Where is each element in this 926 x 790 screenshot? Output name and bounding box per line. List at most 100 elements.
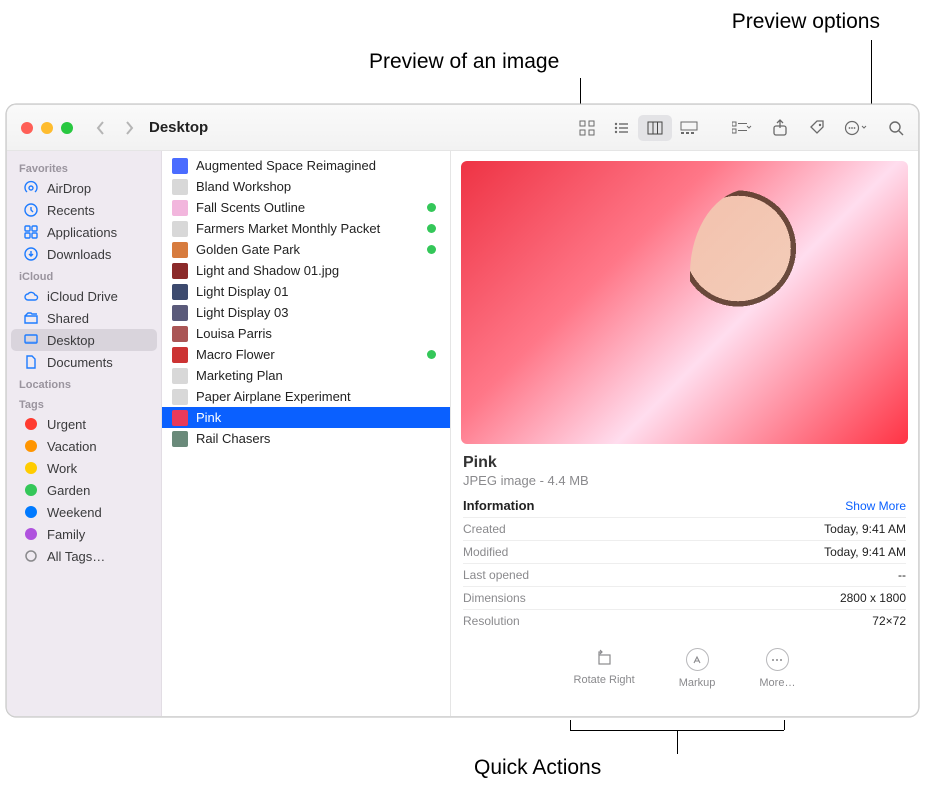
info-key: Created <box>463 522 506 536</box>
recents-icon <box>23 202 39 218</box>
file-name: Marketing Plan <box>196 368 440 383</box>
preview-pane: Pink JPEG image - 4.4 MB Information Sho… <box>451 151 918 716</box>
sidebar-header: Locations <box>7 373 161 393</box>
file-name: Augmented Space Reimagined <box>196 158 440 173</box>
view-gallery-button[interactable] <box>672 115 706 141</box>
callout-quick-actions: Quick Actions <box>474 756 601 780</box>
file-icon <box>172 347 188 363</box>
more-actions-button[interactable]: More… <box>759 648 795 689</box>
file-icon <box>172 179 188 195</box>
info-row: Resolution72×72 <box>463 609 906 632</box>
sidebar-item-label: Family <box>47 527 85 542</box>
file-icon <box>172 368 188 384</box>
info-value: Today, 9:41 AM <box>824 545 906 559</box>
info-row: Last opened-- <box>463 563 906 586</box>
preview-image <box>461 161 908 444</box>
file-name: Rail Chasers <box>196 431 440 446</box>
file-row[interactable]: Paper Airplane Experiment <box>162 386 450 407</box>
sidebar-item-label: Documents <box>47 355 113 370</box>
info-value: 72×72 <box>872 614 906 628</box>
sidebar-item[interactable]: Recents <box>11 199 157 221</box>
file-row[interactable]: Fall Scents Outline <box>162 197 450 218</box>
apps-icon <box>23 224 39 240</box>
tag-dot <box>427 350 436 359</box>
sidebar-item-label: Shared <box>47 311 89 326</box>
sidebar-item[interactable]: Shared <box>11 307 157 329</box>
sidebar-header: Favorites <box>7 157 161 177</box>
file-icon <box>172 410 188 426</box>
file-name: Pink <box>196 410 440 425</box>
file-row[interactable]: Light Display 03 <box>162 302 450 323</box>
file-row[interactable]: Light and Shadow 01.jpg <box>162 260 450 281</box>
sidebar-item[interactable]: Garden <box>11 479 157 501</box>
sidebar-header: iCloud <box>7 265 161 285</box>
file-row[interactable]: Bland Workshop <box>162 176 450 197</box>
file-name: Light Display 03 <box>196 305 440 320</box>
file-row[interactable]: Pink <box>162 407 450 428</box>
sidebar-item[interactable]: Desktop <box>11 329 157 351</box>
close-button[interactable] <box>21 122 33 134</box>
tag-icon <box>23 482 39 498</box>
sidebar-item[interactable]: Vacation <box>11 435 157 457</box>
sidebar-item[interactable]: Weekend <box>11 501 157 523</box>
tag-dot <box>427 203 436 212</box>
sidebar-item[interactable]: Family <box>11 523 157 545</box>
view-list-button[interactable] <box>604 115 638 141</box>
zoom-button[interactable] <box>61 122 73 134</box>
file-row[interactable]: Marketing Plan <box>162 365 450 386</box>
file-column: Augmented Space Reimagined Bland Workshop… <box>162 151 451 716</box>
minimize-button[interactable] <box>41 122 53 134</box>
file-row[interactable]: Farmers Market Monthly Packet <box>162 218 450 239</box>
more-button[interactable] <box>844 116 868 140</box>
file-row[interactable]: Macro Flower <box>162 344 450 365</box>
sidebar-item[interactable]: Urgent <box>11 413 157 435</box>
file-row[interactable]: Rail Chasers <box>162 428 450 449</box>
file-row[interactable]: Augmented Space Reimagined <box>162 155 450 176</box>
sidebar-header: Tags <box>7 393 161 413</box>
file-name: Macro Flower <box>196 347 419 362</box>
sidebar-item[interactable]: Work <box>11 457 157 479</box>
sidebar-item-label: Vacation <box>47 439 97 454</box>
sidebar-item-label: Garden <box>47 483 90 498</box>
file-row[interactable]: Louisa Parris <box>162 323 450 344</box>
search-button[interactable] <box>884 116 908 140</box>
file-name: Fall Scents Outline <box>196 200 419 215</box>
markup-button[interactable]: Markup <box>679 648 716 689</box>
view-column-button[interactable] <box>638 115 672 141</box>
airdrop-icon <box>23 180 39 196</box>
preview-filename: Pink <box>463 454 906 472</box>
show-more-link[interactable]: Show More <box>845 499 906 513</box>
group-button[interactable] <box>730 116 754 140</box>
file-row[interactable]: Light Display 01 <box>162 281 450 302</box>
back-button[interactable] <box>95 121 107 135</box>
sidebar-item[interactable]: Documents <box>11 351 157 373</box>
downloads-icon <box>23 246 39 262</box>
file-icon <box>172 305 188 321</box>
rotate-right-button[interactable]: Rotate Right <box>574 648 635 689</box>
file-icon <box>172 326 188 342</box>
sidebar: FavoritesAirDropRecents Applications Downl… <box>7 151 162 716</box>
sidebar-item-label: All Tags… <box>47 549 105 564</box>
tags-button[interactable] <box>806 116 830 140</box>
share-button[interactable] <box>768 116 792 140</box>
markup-icon <box>686 648 709 671</box>
forward-button[interactable] <box>123 121 135 135</box>
window-title: Desktop <box>149 119 208 136</box>
file-row[interactable]: Golden Gate Park <box>162 239 450 260</box>
callout-line <box>677 730 678 754</box>
sidebar-item-label: Applications <box>47 225 117 240</box>
sidebar-item[interactable]: Downloads <box>11 243 157 265</box>
shared-icon <box>23 310 39 326</box>
sidebar-item[interactable]: iCloud Drive <box>11 285 157 307</box>
sidebar-item-label: iCloud Drive <box>47 289 118 304</box>
file-name: Bland Workshop <box>196 179 440 194</box>
tag-icon <box>23 526 39 542</box>
file-name: Farmers Market Monthly Packet <box>196 221 419 236</box>
file-icon <box>172 158 188 174</box>
sidebar-item[interactable]: AirDrop <box>11 177 157 199</box>
preview-subtitle: JPEG image - 4.4 MB <box>463 473 906 488</box>
tag-icon <box>23 460 39 476</box>
sidebar-item[interactable]: All Tags… <box>11 545 157 567</box>
sidebar-item[interactable]: Applications <box>11 221 157 243</box>
view-icon-button[interactable] <box>570 115 604 141</box>
